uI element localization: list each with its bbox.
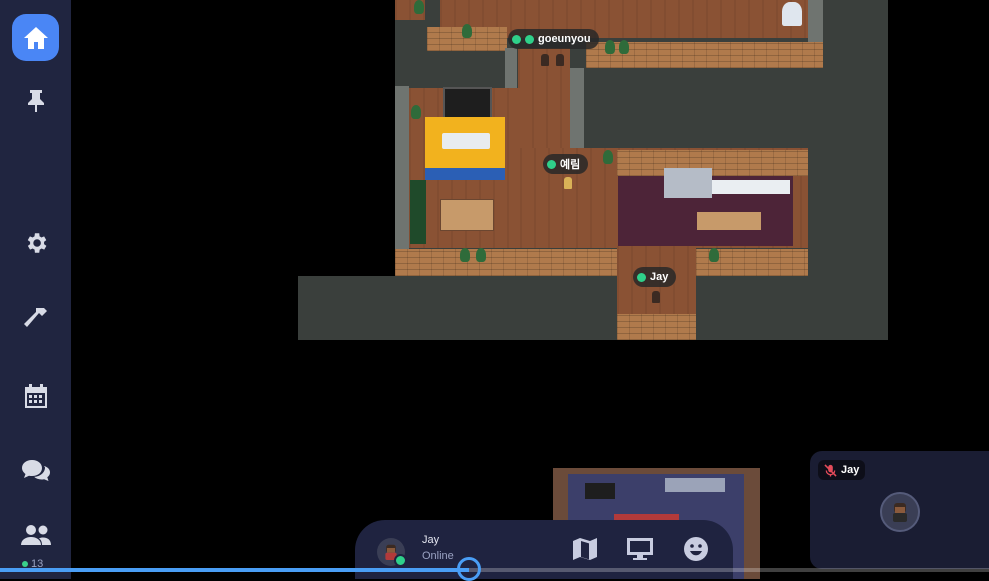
desk-prop (440, 199, 494, 231)
bookshelf-prop (410, 180, 426, 244)
chat-icon (21, 459, 50, 481)
video-tile[interactable]: Jay (810, 451, 989, 569)
plant-prop (603, 150, 613, 164)
player-tag[interactable]: Jay (633, 267, 677, 287)
tv-prop (443, 87, 492, 121)
map-icon (573, 538, 597, 560)
online-indicator (394, 554, 407, 567)
people-button[interactable] (12, 511, 59, 558)
hammer-icon (23, 307, 47, 327)
plant-prop (411, 105, 421, 119)
player-avatar[interactable] (564, 177, 572, 189)
online-indicator (547, 159, 556, 169)
player-avatar[interactable] (652, 291, 660, 303)
screen-share-button[interactable] (625, 534, 655, 564)
online-indicator (637, 272, 646, 282)
window-prop (665, 478, 725, 492)
counter-prop (712, 180, 790, 194)
player-tag[interactable]: 예림 (543, 154, 589, 174)
map-wall (617, 314, 696, 340)
online-indicator (22, 561, 28, 567)
calendar-icon (24, 383, 47, 408)
video-participant-name: Jay (841, 464, 860, 476)
user-status[interactable]: Online (422, 550, 454, 562)
plant-prop (462, 24, 472, 38)
kitchen-table-prop (697, 212, 761, 230)
screen-share-icon (627, 538, 653, 560)
chat-button[interactable] (12, 447, 59, 494)
rug-edge-prop (425, 168, 505, 180)
build-button[interactable] (12, 295, 59, 342)
map-wall-edge (570, 68, 584, 150)
map-button[interactable] (570, 534, 600, 564)
avatar[interactable] (377, 538, 407, 567)
map-wall-edge (505, 48, 517, 88)
gear-icon (27, 232, 46, 253)
calendar-button[interactable] (12, 372, 59, 419)
map-wall-edge (808, 0, 823, 42)
player-avatar[interactable] (556, 54, 564, 66)
table-prop (442, 133, 490, 149)
playback-scrubber-handle[interactable] (457, 557, 481, 581)
sidebar: 13 (0, 0, 71, 579)
map-void-lower (298, 276, 888, 340)
plant-prop (476, 248, 486, 262)
plant-prop (709, 248, 719, 262)
playback-progress-fill (0, 568, 469, 572)
player-name: Jay (650, 271, 669, 283)
plant-prop (619, 40, 629, 54)
plant-prop (605, 40, 615, 54)
people-icon (20, 524, 51, 545)
video-name-tag: Jay (818, 460, 866, 480)
home-icon (23, 26, 48, 49)
screen-prop (585, 483, 615, 499)
pin-button[interactable] (12, 77, 59, 124)
map-wall (617, 150, 808, 176)
emoji-icon (684, 537, 708, 561)
player-name: goeunyou (538, 33, 591, 45)
online-indicator (525, 34, 534, 44)
map-wall-edge (395, 86, 409, 276)
plant-prop (414, 0, 424, 14)
playback-progress[interactable] (0, 557, 989, 581)
user-name: Jay (422, 534, 440, 546)
tree-prop (782, 2, 802, 26)
online-indicator (512, 34, 521, 44)
fridge-prop (664, 168, 712, 198)
emoji-button[interactable] (681, 534, 711, 564)
player-name: 예림 (560, 159, 581, 171)
mic-muted-icon (824, 463, 837, 477)
player-avatar[interactable] (541, 54, 549, 66)
player-tag[interactable]: goeunyou (508, 29, 599, 49)
map-wall (395, 249, 617, 276)
home-button[interactable] (12, 14, 59, 61)
pin-icon (27, 89, 44, 112)
avatar (880, 492, 920, 532)
avatar-sprite-icon (893, 503, 907, 522)
settings-button[interactable] (12, 219, 59, 266)
plant-prop (460, 248, 470, 262)
